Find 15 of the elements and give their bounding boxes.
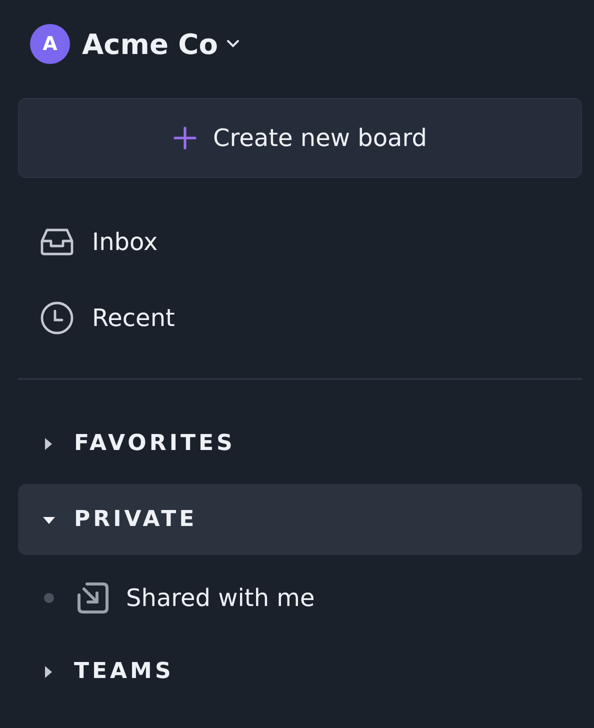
nav-item[interactable]: Inbox bbox=[18, 204, 582, 280]
workspace-avatar: A bbox=[30, 24, 70, 64]
plus-icon bbox=[173, 126, 198, 150]
arrow-into-box-icon bbox=[76, 581, 110, 615]
clock-icon bbox=[40, 301, 74, 335]
board-item[interactable]: Shared with me bbox=[18, 560, 582, 636]
section-header[interactable]: TEAMS bbox=[18, 636, 582, 707]
workspace-switcher[interactable]: Acme Co bbox=[82, 28, 240, 60]
create-board-button[interactable]: Create new board bbox=[18, 98, 582, 178]
section-header[interactable]: FAVORITES bbox=[18, 408, 582, 479]
chevron-down-icon bbox=[226, 39, 240, 49]
bullet-dot bbox=[44, 593, 54, 603]
section-header[interactable]: PRIVATE bbox=[18, 484, 582, 555]
nav-item[interactable]: Recent bbox=[18, 280, 582, 356]
inbox-tray-icon bbox=[40, 228, 74, 256]
